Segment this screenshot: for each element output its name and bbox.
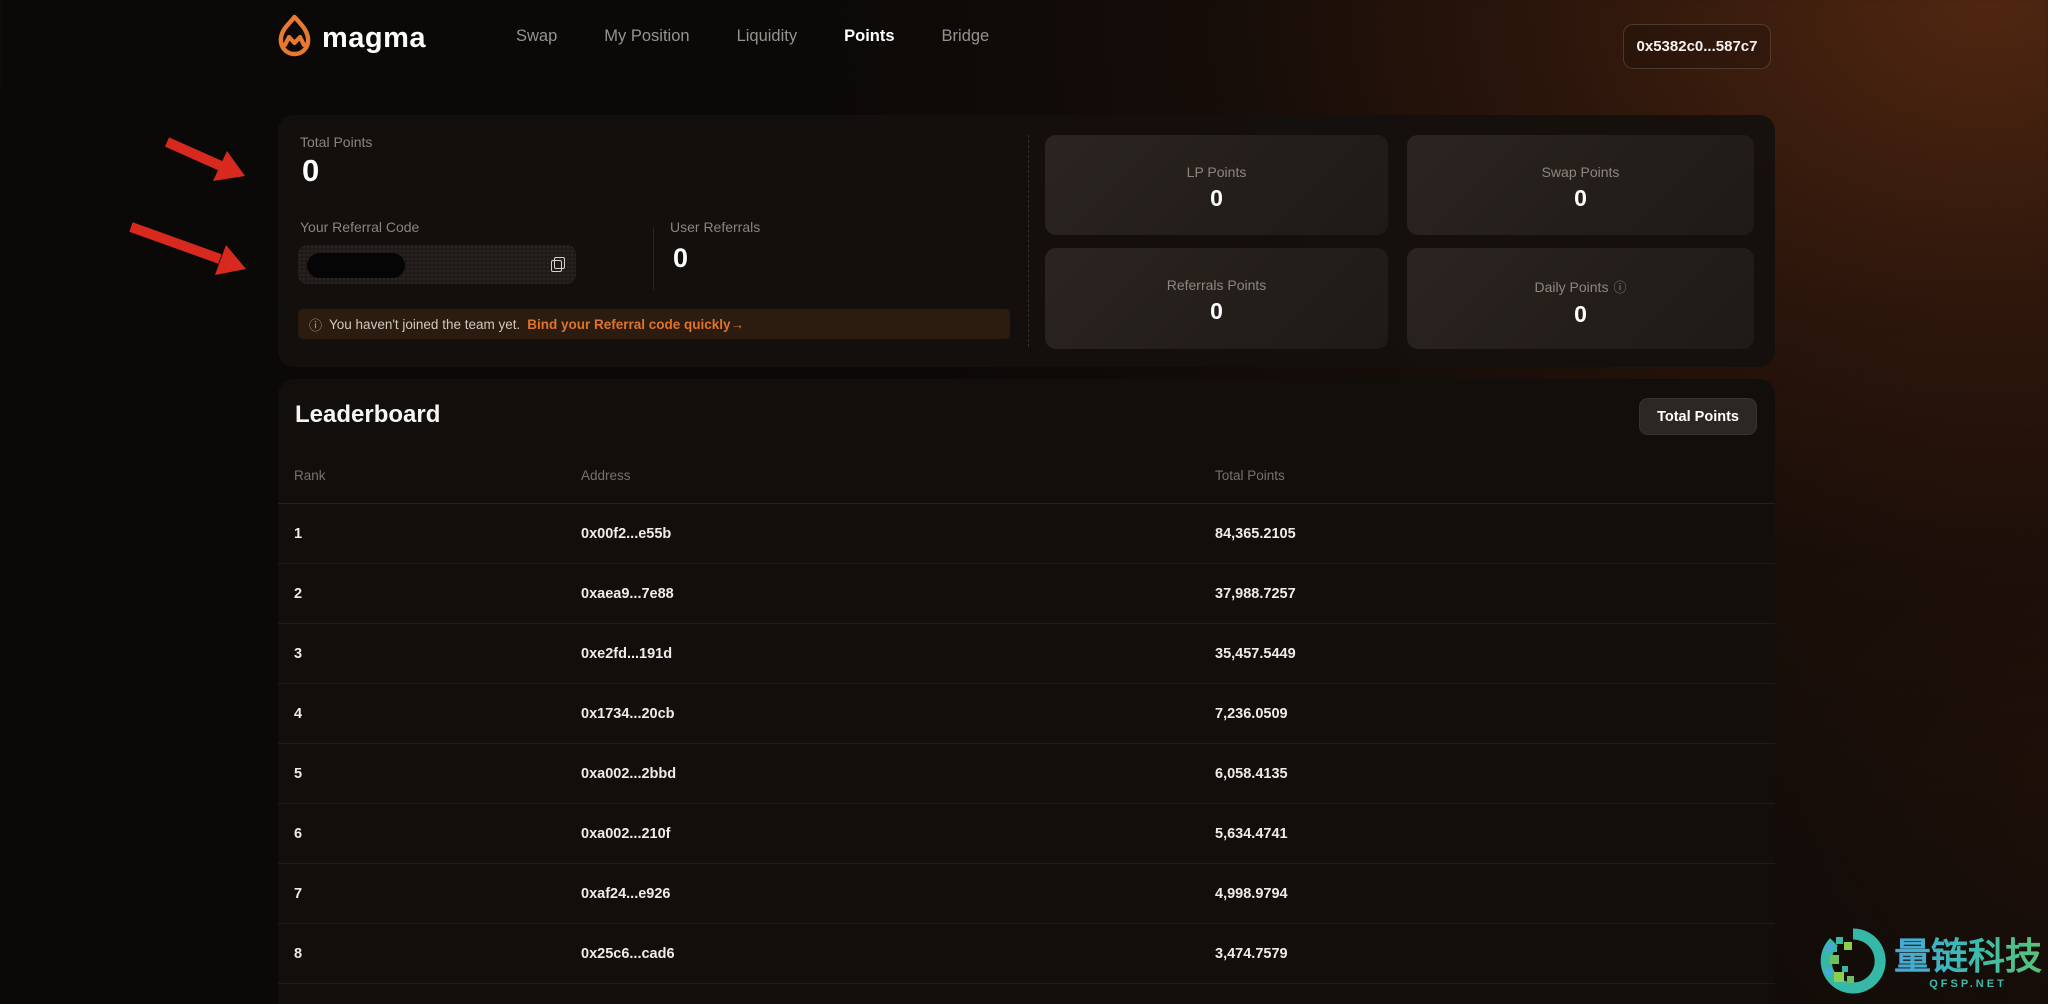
bind-referral-link[interactable]: Bind your Referral code quickly→ <box>527 317 744 332</box>
red-arrow-icon <box>129 222 246 275</box>
row-points: 35,457.5449 <box>1215 645 1296 662</box>
watermark: 量链科技 QFSP.NET <box>1820 928 2042 999</box>
user-referrals-value: 0 <box>673 243 689 273</box>
row-rank: 1 <box>294 525 303 542</box>
table-row[interactable]: 2 0xaea9...7e88 37,988.7257 <box>278 564 1775 624</box>
panel-divider <box>1028 135 1029 347</box>
table-row[interactable]: 5 0xa002...2bbd 6,058.4135 <box>278 744 1775 804</box>
row-address: 0xa002...210f <box>581 825 671 842</box>
total-points-label: Total Points <box>300 134 373 150</box>
column-header-address: Address <box>581 468 631 483</box>
nav-links: Swap My Position Liquidity Points Bridge <box>516 0 989 73</box>
row-address: 0xaf24...e926 <box>581 885 671 902</box>
table-row[interactable]: 8 0x25c6...cad6 3,474.7579 <box>278 924 1775 984</box>
user-referrals-label: User Referrals <box>670 219 761 235</box>
swap-points-value: 0 <box>1574 185 1587 211</box>
column-header-rank: Rank <box>294 468 326 483</box>
referral-code-label: Your Referral Code <box>300 219 420 235</box>
row-rank: 2 <box>294 585 303 602</box>
row-points: 5,634.4741 <box>1215 825 1288 842</box>
row-address: 0x25c6...cad6 <box>581 945 675 962</box>
vertical-divider <box>653 227 654 290</box>
nav-item-my-position[interactable]: My Position <box>604 27 689 46</box>
referral-warning-banner: ⓘ You haven't joined the team yet. Bind … <box>298 309 1010 339</box>
total-points-filter-button[interactable]: Total Points <box>1639 398 1757 435</box>
row-points: 4,998.9794 <box>1215 885 1288 902</box>
magma-logo[interactable]: magma <box>276 14 426 63</box>
row-points: 3,474.7579 <box>1215 945 1288 962</box>
copy-icon <box>550 257 565 272</box>
row-rank: 7 <box>294 885 303 902</box>
daily-points-label: Daily Points <box>1534 278 1609 295</box>
watermark-logo-icon <box>1820 928 1886 999</box>
copy-referral-code-button[interactable] <box>546 253 569 276</box>
row-points: 84,365.2105 <box>1215 525 1296 542</box>
referral-code-field[interactable] <box>298 245 576 284</box>
nav-item-swap[interactable]: Swap <box>516 27 557 46</box>
row-points: 37,988.7257 <box>1215 585 1296 602</box>
points-cards-grid: LP Points 0 Swap Points 0 Referrals Poin… <box>1045 135 1754 349</box>
column-header-total-points: Total Points <box>1215 468 1285 483</box>
row-address: 0x1734...20cb <box>581 705 675 722</box>
row-points: 7,236.0509 <box>1215 705 1288 722</box>
nav-item-bridge[interactable]: Bridge <box>942 27 990 46</box>
row-address: 0xa002...2bbd <box>581 765 677 782</box>
row-address: 0xaea9...7e88 <box>581 585 674 602</box>
watermark-brand-text: 量链科技 <box>1894 935 2042 977</box>
referrals-points-label: Referrals Points <box>1166 277 1267 293</box>
red-arrow-icon <box>164 137 245 181</box>
row-address: 0x00f2...e55b <box>581 525 672 542</box>
daily-points-card: Daily Points ⓘ 0 <box>1407 248 1754 349</box>
swap-points-card: Swap Points 0 <box>1407 135 1754 235</box>
daily-points-value: 0 <box>1574 301 1587 327</box>
leaderboard-table-header: Rank Address Total Points <box>278 449 1775 503</box>
referrals-points-card: Referrals Points 0 <box>1045 248 1388 349</box>
swap-points-label: Swap Points <box>1541 164 1620 180</box>
nav-item-points[interactable]: Points <box>844 27 894 46</box>
row-rank: 5 <box>294 765 303 782</box>
brand-name: magma <box>322 22 427 54</box>
leaderboard-title: Leaderboard <box>295 401 441 428</box>
nav-item-liquidity[interactable]: Liquidity <box>737 27 798 46</box>
row-rank: 3 <box>294 645 303 662</box>
table-row[interactable]: 3 0xe2fd...191d 35,457.5449 <box>278 624 1775 684</box>
total-points-value: 0 <box>302 153 320 188</box>
flame-icon <box>276 14 313 63</box>
row-rank: 6 <box>294 825 303 842</box>
leaderboard-panel: Leaderboard Total Points Rank Address To… <box>278 379 1775 1004</box>
lp-points-value: 0 <box>1210 185 1223 211</box>
watermark-domain-text: QFSP.NET <box>1929 978 2007 991</box>
table-row[interactable]: 7 0xaf24...e926 4,998.9794 <box>278 864 1775 924</box>
table-row[interactable]: 1 0x00f2...e55b 84,365.2105 <box>278 504 1775 564</box>
leaderboard-rows: 1 0x00f2...e55b 84,365.2105 2 0xaea9...7… <box>278 504 1775 984</box>
referrals-points-value: 0 <box>1210 298 1223 324</box>
row-address: 0xe2fd...191d <box>581 645 673 662</box>
daily-points-info-icon[interactable]: ⓘ <box>1613 277 1626 296</box>
info-icon: ⓘ <box>309 317 323 333</box>
points-summary-panel: Total Points 0 Your Referral Code User R… <box>278 115 1775 367</box>
row-rank: 8 <box>294 945 303 962</box>
wallet-address-button[interactable]: 0x5382c0...587c7 <box>1623 24 1771 69</box>
lp-points-card: LP Points 0 <box>1045 135 1388 235</box>
row-points: 6,058.4135 <box>1215 765 1288 782</box>
row-rank: 4 <box>294 705 303 722</box>
top-nav-bar: magma Swap My Position Liquidity Points … <box>0 0 2048 73</box>
table-row[interactable]: 6 0xa002...210f 5,634.4741 <box>278 804 1775 864</box>
lp-points-label: LP Points <box>1186 164 1247 180</box>
banner-text: You haven't joined the team yet. <box>329 316 521 332</box>
referral-code-redacted-value <box>307 253 405 278</box>
table-row[interactable]: 4 0x1734...20cb 7,236.0509 <box>278 684 1775 744</box>
